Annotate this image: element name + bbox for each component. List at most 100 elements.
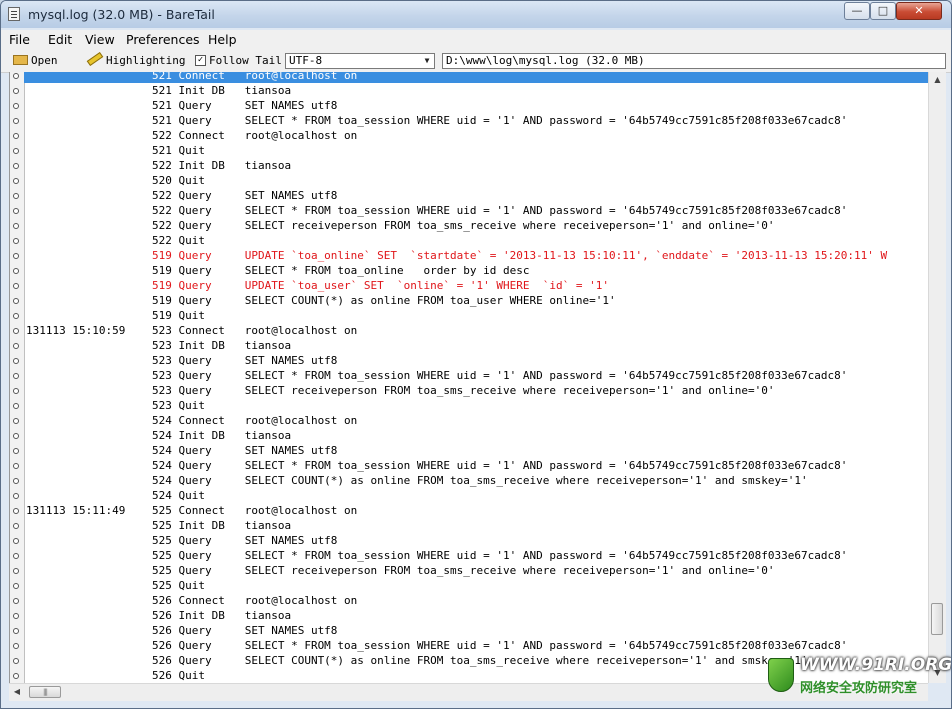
menu-bar: File Edit View Preferences Help	[1, 30, 951, 50]
line-marker-icon[interactable]	[13, 673, 19, 679]
line-marker-icon[interactable]	[13, 643, 19, 649]
line-marker-icon[interactable]	[13, 103, 19, 109]
menu-preferences[interactable]: Preferences	[126, 32, 200, 47]
vertical-scrollbar[interactable]: ▲ ▼	[928, 72, 946, 683]
log-line: 519 Quit	[152, 309, 205, 322]
follow-tail-checkbox[interactable]: ✓	[195, 54, 206, 66]
line-marker-icon[interactable]	[13, 553, 19, 559]
log-line: 519 Query SELECT COUNT(*) as online FROM…	[152, 294, 616, 307]
line-marker-icon[interactable]	[13, 358, 19, 364]
shield-icon	[768, 658, 794, 692]
close-button[interactable]: ✕	[896, 2, 942, 20]
log-line: 525 Query SELECT * FROM toa_session WHER…	[152, 549, 848, 562]
line-marker-icon[interactable]	[13, 658, 19, 664]
line-marker-icon[interactable]	[13, 283, 19, 289]
menu-view[interactable]: View	[85, 32, 115, 47]
chevron-down-icon[interactable]: ▼	[420, 54, 434, 68]
scroll-up-icon[interactable]: ▲	[932, 75, 943, 85]
open-button[interactable]: Open	[13, 53, 58, 69]
line-marker-icon[interactable]	[13, 433, 19, 439]
line-marker-icon[interactable]	[13, 223, 19, 229]
log-line: 525 Connect root@localhost on	[152, 504, 358, 517]
log-line: 523 Query SET NAMES utf8	[152, 354, 338, 367]
line-marker-icon[interactable]	[13, 538, 19, 544]
line-marker-icon[interactable]	[13, 178, 19, 184]
log-line: 523 Init DB tiansoa	[152, 339, 292, 352]
window-title: mysql.log (32.0 MB) - BareTail	[28, 7, 215, 22]
line-marker-icon[interactable]	[13, 133, 19, 139]
line-marker-icon[interactable]	[13, 523, 19, 529]
log-line: 523 Query SELECT * FROM toa_session WHER…	[152, 369, 848, 382]
line-marker-icon[interactable]	[13, 148, 19, 154]
line-marker-icon[interactable]	[13, 493, 19, 499]
line-gutter	[10, 72, 25, 683]
line-marker-icon[interactable]	[13, 598, 19, 604]
line-marker-icon[interactable]	[13, 613, 19, 619]
line-marker-icon[interactable]	[13, 208, 19, 214]
log-line: 521 Init DB tiansoa	[152, 84, 292, 97]
log-line: 524 Quit	[152, 489, 205, 502]
log-timestamp: 131113 15:10:59	[26, 324, 126, 337]
vertical-scroll-thumb[interactable]	[931, 603, 943, 635]
folder-icon	[13, 55, 28, 65]
line-marker-icon[interactable]	[13, 118, 19, 124]
log-view[interactable]: 521 Connect root@localhost on 521 Init DB…	[9, 72, 928, 683]
log-line: 521 Connect root@localhost on	[152, 72, 358, 82]
title-bar[interactable]: mysql.log (32.0 MB) - BareTail — □ ✕	[1, 1, 951, 28]
log-line: 524 Query SELECT COUNT(*) as online FROM…	[152, 474, 808, 487]
log-line: 523 Connect root@localhost on	[152, 324, 358, 337]
menu-edit[interactable]: Edit	[48, 32, 72, 47]
scroll-left-icon[interactable]: ◀	[12, 687, 22, 697]
line-marker-icon[interactable]	[13, 478, 19, 484]
log-line: 519 Query UPDATE `toa_user` SET `online`…	[152, 279, 609, 292]
pencil-icon	[86, 51, 104, 67]
line-marker-icon[interactable]	[13, 388, 19, 394]
line-marker-icon[interactable]	[13, 403, 19, 409]
log-line: 524 Init DB tiansoa	[152, 429, 292, 442]
minimize-button[interactable]: —	[844, 2, 870, 20]
log-line: 520 Quit	[152, 174, 205, 187]
log-line: 522 Init DB tiansoa	[152, 159, 292, 172]
log-line: 522 Query SELECT * FROM toa_session WHER…	[152, 204, 848, 217]
line-marker-icon[interactable]	[13, 238, 19, 244]
line-marker-icon[interactable]	[13, 583, 19, 589]
line-marker-icon[interactable]	[13, 448, 19, 454]
log-line: 526 Connect root@localhost on	[152, 594, 358, 607]
log-line: 525 Init DB tiansoa	[152, 519, 292, 532]
horizontal-scroll-thumb[interactable]: |||	[29, 686, 61, 698]
log-line: 526 Query SELECT COUNT(*) as online FROM…	[152, 654, 808, 667]
line-marker-icon[interactable]	[13, 73, 19, 79]
line-marker-icon[interactable]	[13, 163, 19, 169]
log-line: 525 Query SELECT receiveperson FROM toa_…	[152, 564, 775, 577]
line-marker-icon[interactable]	[13, 268, 19, 274]
line-marker-icon[interactable]	[13, 313, 19, 319]
line-marker-icon[interactable]	[13, 328, 19, 334]
encoding-select[interactable]: UTF-8 ▼	[285, 53, 435, 69]
log-line: 519 Query UPDATE `toa_online` SET `start…	[152, 249, 888, 262]
line-marker-icon[interactable]	[13, 463, 19, 469]
file-path-field[interactable]: D:\www\log\mysql.log (32.0 MB)	[442, 53, 946, 69]
log-line: 521 Query SELECT * FROM toa_session WHER…	[152, 114, 848, 127]
line-marker-icon[interactable]	[13, 298, 19, 304]
log-line: 526 Query SET NAMES utf8	[152, 624, 338, 637]
maximize-button[interactable]: □	[870, 2, 896, 20]
line-marker-icon[interactable]	[13, 568, 19, 574]
highlighting-label: Highlighting	[106, 54, 186, 67]
line-marker-icon[interactable]	[13, 253, 19, 259]
baretail-window: mysql.log (32.0 MB) - BareTail — □ ✕ Fil…	[0, 0, 952, 709]
menu-help[interactable]: Help	[208, 32, 237, 47]
line-marker-icon[interactable]	[13, 418, 19, 424]
line-marker-icon[interactable]	[13, 193, 19, 199]
line-marker-icon[interactable]	[13, 628, 19, 634]
open-label: Open	[31, 54, 58, 67]
line-marker-icon[interactable]	[13, 343, 19, 349]
log-line: 524 Connect root@localhost on	[152, 414, 358, 427]
log-line: 525 Query SET NAMES utf8	[152, 534, 338, 547]
line-marker-icon[interactable]	[13, 508, 19, 514]
log-line: 522 Connect root@localhost on	[152, 129, 358, 142]
follow-tail-toggle[interactable]: ✓ Follow Tail	[195, 53, 282, 69]
line-marker-icon[interactable]	[13, 373, 19, 379]
highlighting-button[interactable]: Highlighting	[86, 51, 186, 69]
line-marker-icon[interactable]	[13, 88, 19, 94]
menu-file[interactable]: File	[9, 32, 30, 47]
